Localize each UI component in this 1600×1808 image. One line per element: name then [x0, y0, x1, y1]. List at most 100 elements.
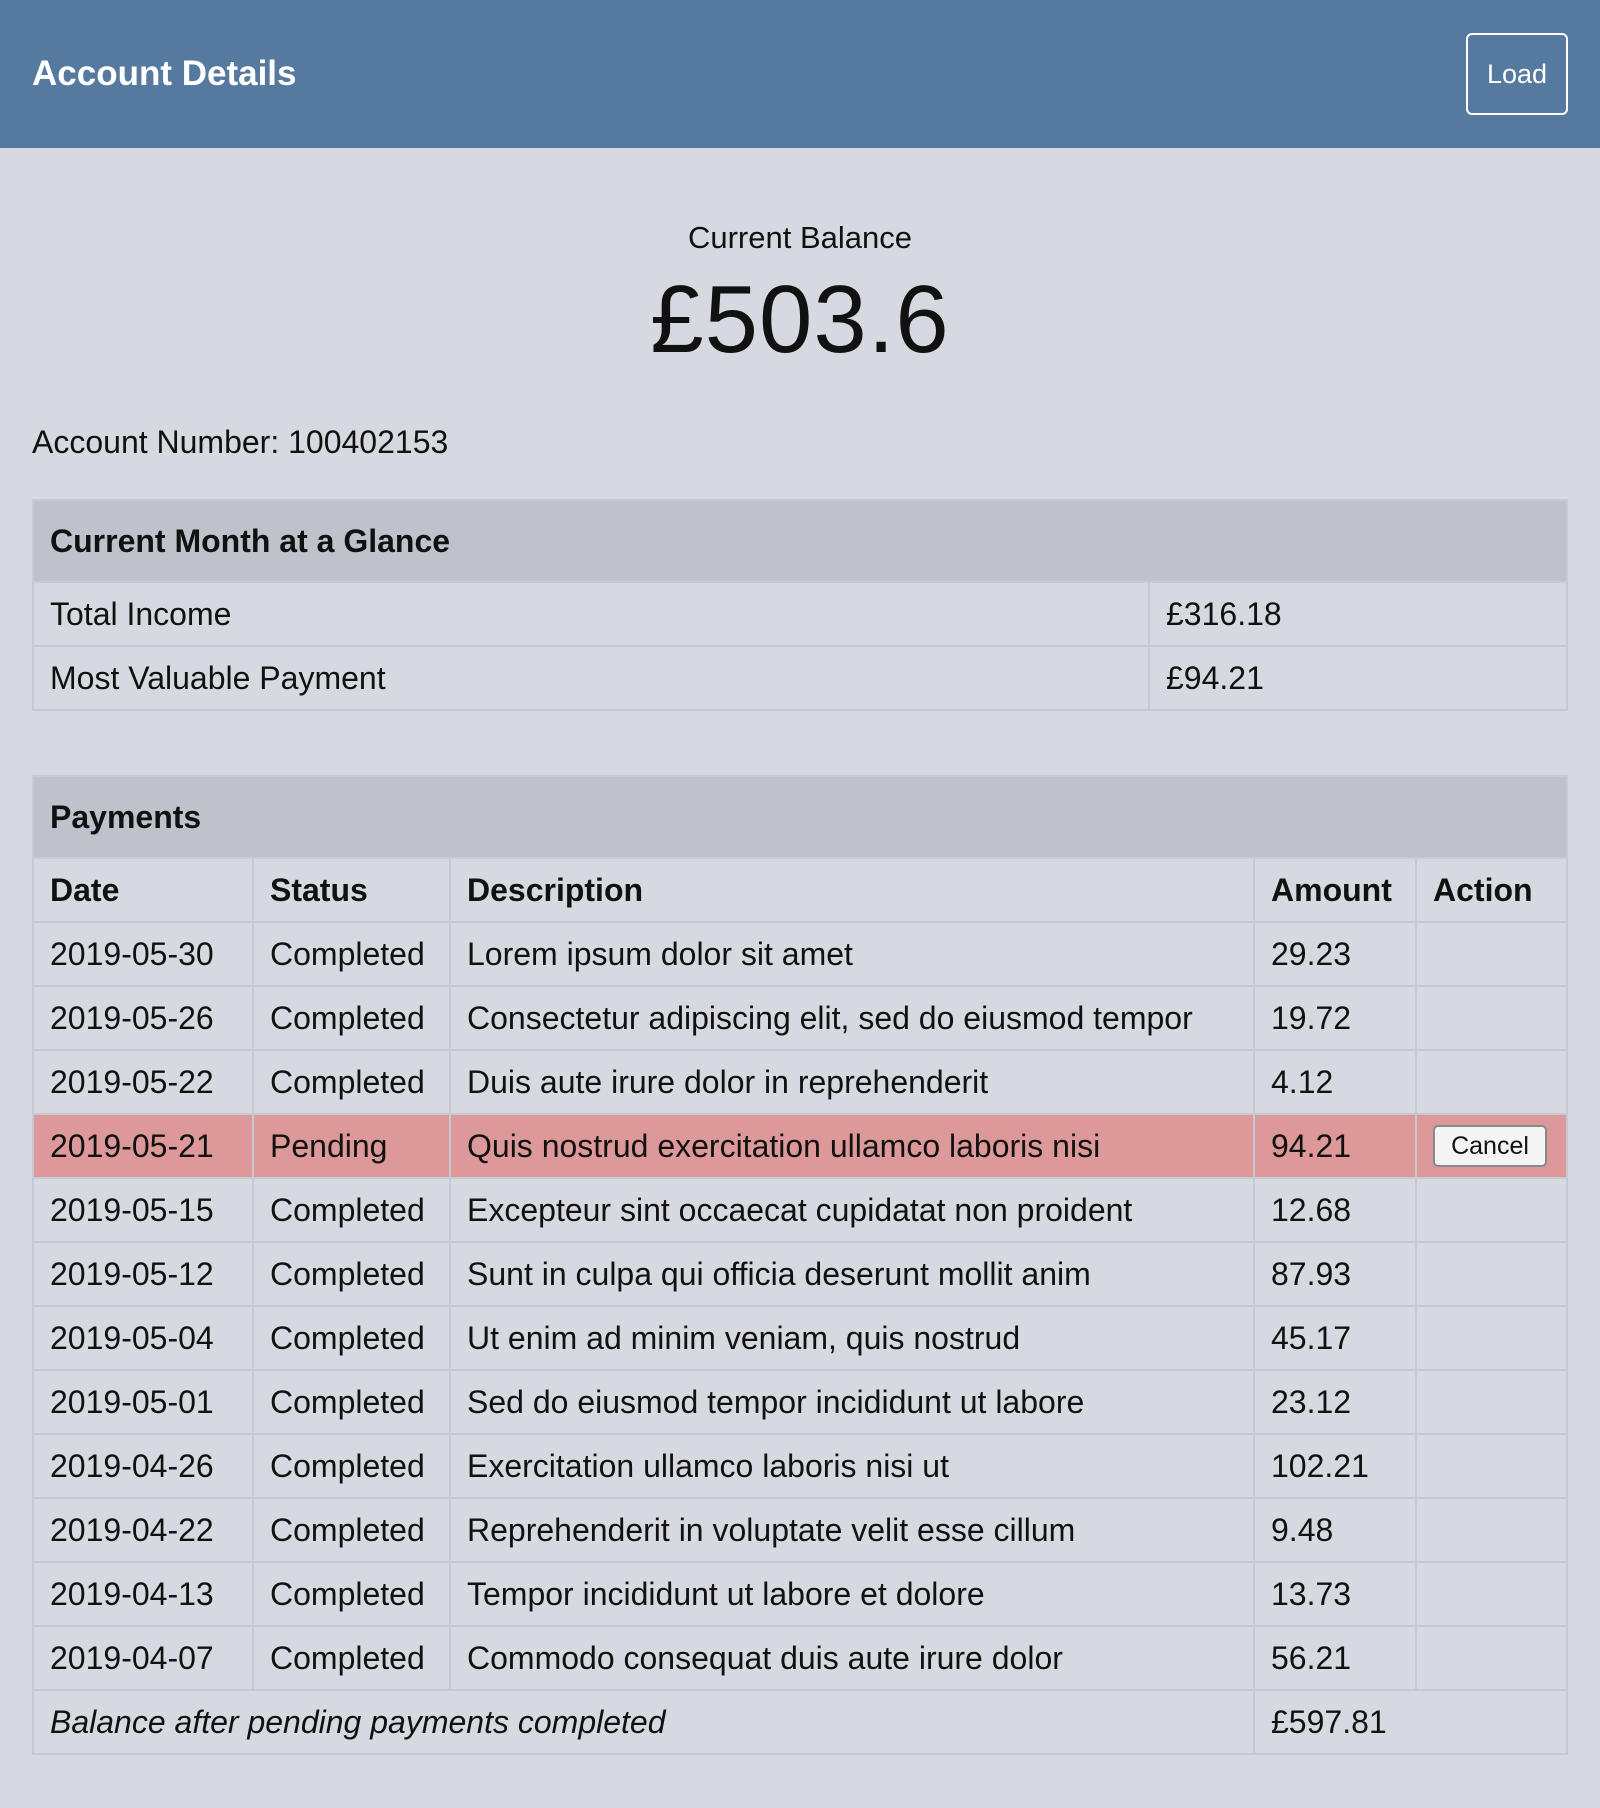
payment-amount: 87.93: [1253, 1241, 1417, 1307]
top-bar: Account Details Load: [0, 0, 1600, 148]
payment-amount: 9.48: [1253, 1497, 1417, 1563]
payment-status: Pending: [252, 1113, 451, 1179]
payment-date: 2019-05-01: [32, 1369, 254, 1435]
payment-action: [1415, 985, 1568, 1051]
payment-action: [1415, 921, 1568, 987]
payment-action: [1415, 1369, 1568, 1435]
pending-balance-value: £597.81: [1253, 1689, 1568, 1755]
payment-status: Completed: [252, 1497, 451, 1563]
table-row: 2019-05-21 Pending Quis nostrud exercitati…: [32, 1113, 1568, 1179]
payment-action: [1415, 1433, 1568, 1499]
payment-action: [1415, 1241, 1568, 1307]
payment-amount: 19.72: [1253, 985, 1417, 1051]
glance-label: Most Valuable Payment: [32, 645, 1150, 711]
payment-description: Sed do eiusmod tempor incididunt ut labo…: [449, 1369, 1255, 1435]
payment-amount: 94.21: [1253, 1113, 1417, 1179]
payments-body: 2019-05-30 Completed Lorem ipsum dolor sit…: [32, 921, 1568, 1691]
payment-status: Completed: [252, 1305, 451, 1371]
payment-date: 2019-05-22: [32, 1049, 254, 1115]
payment-description: Reprehenderit in voluptate velit esse ci…: [449, 1497, 1255, 1563]
payment-description: Commodo consequat duis aute irure dolor: [449, 1625, 1255, 1691]
payment-date: 2019-04-22: [32, 1497, 254, 1563]
payment-action: Cancel: [1415, 1113, 1568, 1179]
payment-action: [1415, 1049, 1568, 1115]
payment-amount: 12.68: [1253, 1177, 1417, 1243]
main-content: Current Balance £503.6 Account Number: 1…: [0, 218, 1600, 1755]
current-balance-label: Current Balance: [687, 220, 912, 255]
payment-date: 2019-04-07: [32, 1625, 254, 1691]
load-button[interactable]: Load: [1466, 33, 1568, 115]
payment-date: 2019-05-12: [32, 1241, 254, 1307]
payment-date: 2019-05-30: [32, 921, 254, 987]
column-header-status: Status: [252, 857, 451, 923]
month-glance-title: Current Month at a Glance: [32, 499, 1568, 583]
glance-value: £316.18: [1148, 581, 1568, 647]
column-header-description: Description: [449, 857, 1255, 923]
payment-description: Duis aute irure dolor in reprehenderit: [449, 1049, 1255, 1115]
payment-action: [1415, 1561, 1568, 1627]
table-row: 2019-04-13 Completed Tempor incididunt ut …: [32, 1561, 1568, 1627]
payment-date: 2019-04-26: [32, 1433, 254, 1499]
glance-label: Total Income: [32, 581, 1150, 647]
table-row: 2019-05-26 Completed Consectetur adipiscin…: [32, 985, 1568, 1051]
table-row: 2019-04-22 Completed Reprehenderit in volu…: [32, 1497, 1568, 1563]
column-header-amount: Amount: [1253, 857, 1417, 923]
cancel-payment-button[interactable]: Cancel: [1433, 1125, 1547, 1168]
payment-description: Sunt in culpa qui officia deserunt molli…: [449, 1241, 1255, 1307]
pending-balance-label: Balance after pending payments completed: [32, 1689, 1255, 1755]
account-number-value: 100402153: [288, 424, 449, 460]
payment-amount: 4.12: [1253, 1049, 1417, 1115]
payment-action: [1415, 1497, 1568, 1563]
payment-status: Completed: [252, 1177, 451, 1243]
column-header-date: Date: [32, 857, 254, 923]
month-glance-body: Total Income £316.18 Most Valuable Payment…: [32, 581, 1568, 711]
payments-header-row: Date Status Description Amount Action: [32, 857, 1568, 923]
payment-description: Tempor incididunt ut labore et dolore: [449, 1561, 1255, 1627]
payment-amount: 56.21: [1253, 1625, 1417, 1691]
payment-date: 2019-05-21: [32, 1113, 254, 1179]
payment-amount: 29.23: [1253, 921, 1417, 987]
current-balance-value: £503.6: [650, 266, 950, 373]
account-number-label: Account Number:: [32, 424, 280, 460]
payment-action: [1415, 1177, 1568, 1243]
glance-row: Total Income £316.18: [32, 581, 1568, 647]
payment-status: Completed: [252, 1049, 451, 1115]
payment-description: Quis nostrud exercitation ullamco labori…: [449, 1113, 1255, 1179]
payment-amount: 13.73: [1253, 1561, 1417, 1627]
payment-status: Completed: [252, 1625, 451, 1691]
payment-status: Completed: [252, 1561, 451, 1627]
glance-value: £94.21: [1148, 645, 1568, 711]
payment-action: [1415, 1625, 1568, 1691]
payment-description: Excepteur sint occaecat cupidatat non pr…: [449, 1177, 1255, 1243]
table-row: 2019-04-26 Completed Exercitation ullamco …: [32, 1433, 1568, 1499]
payments-table: Payments Date Status Description Amount …: [32, 775, 1568, 1755]
payment-date: 2019-05-15: [32, 1177, 254, 1243]
payment-action: [1415, 1305, 1568, 1371]
table-row: 2019-05-04 Completed Ut enim ad minim veni…: [32, 1305, 1568, 1371]
payment-amount: 102.21: [1253, 1433, 1417, 1499]
column-header-action: Action: [1415, 857, 1568, 923]
account-number: Account Number: 100402153: [32, 422, 1568, 462]
payment-date: 2019-05-26: [32, 985, 254, 1051]
pending-balance-row: Balance after pending payments completed…: [32, 1689, 1568, 1755]
payment-status: Completed: [252, 921, 451, 987]
table-row: 2019-05-30 Completed Lorem ipsum dolor sit…: [32, 921, 1568, 987]
payment-description: Exercitation ullamco laboris nisi ut: [449, 1433, 1255, 1499]
page-title: Account Details: [32, 54, 297, 93]
payment-date: 2019-04-13: [32, 1561, 254, 1627]
table-row: 2019-05-01 Completed Sed do eiusmod tempor…: [32, 1369, 1568, 1435]
month-glance-table: Current Month at a Glance Total Income £3…: [32, 499, 1568, 711]
table-row: 2019-05-22 Completed Duis aute irure dolor…: [32, 1049, 1568, 1115]
table-row: 2019-05-12 Completed Sunt in culpa qui off…: [32, 1241, 1568, 1307]
table-row: 2019-05-15 Completed Excepteur sint occaec…: [32, 1177, 1568, 1243]
table-row: 2019-04-07 Completed Commodo consequat dui…: [32, 1625, 1568, 1691]
payment-description: Consectetur adipiscing elit, sed do eius…: [449, 985, 1255, 1051]
payment-status: Completed: [252, 1241, 451, 1307]
payment-status: Completed: [252, 1369, 451, 1435]
payment-amount: 23.12: [1253, 1369, 1417, 1435]
payment-description: Lorem ipsum dolor sit amet: [449, 921, 1255, 987]
payment-amount: 45.17: [1253, 1305, 1417, 1371]
payments-title: Payments: [32, 775, 1568, 859]
payment-date: 2019-05-04: [32, 1305, 254, 1371]
payment-description: Ut enim ad minim veniam, quis nostrud: [449, 1305, 1255, 1371]
